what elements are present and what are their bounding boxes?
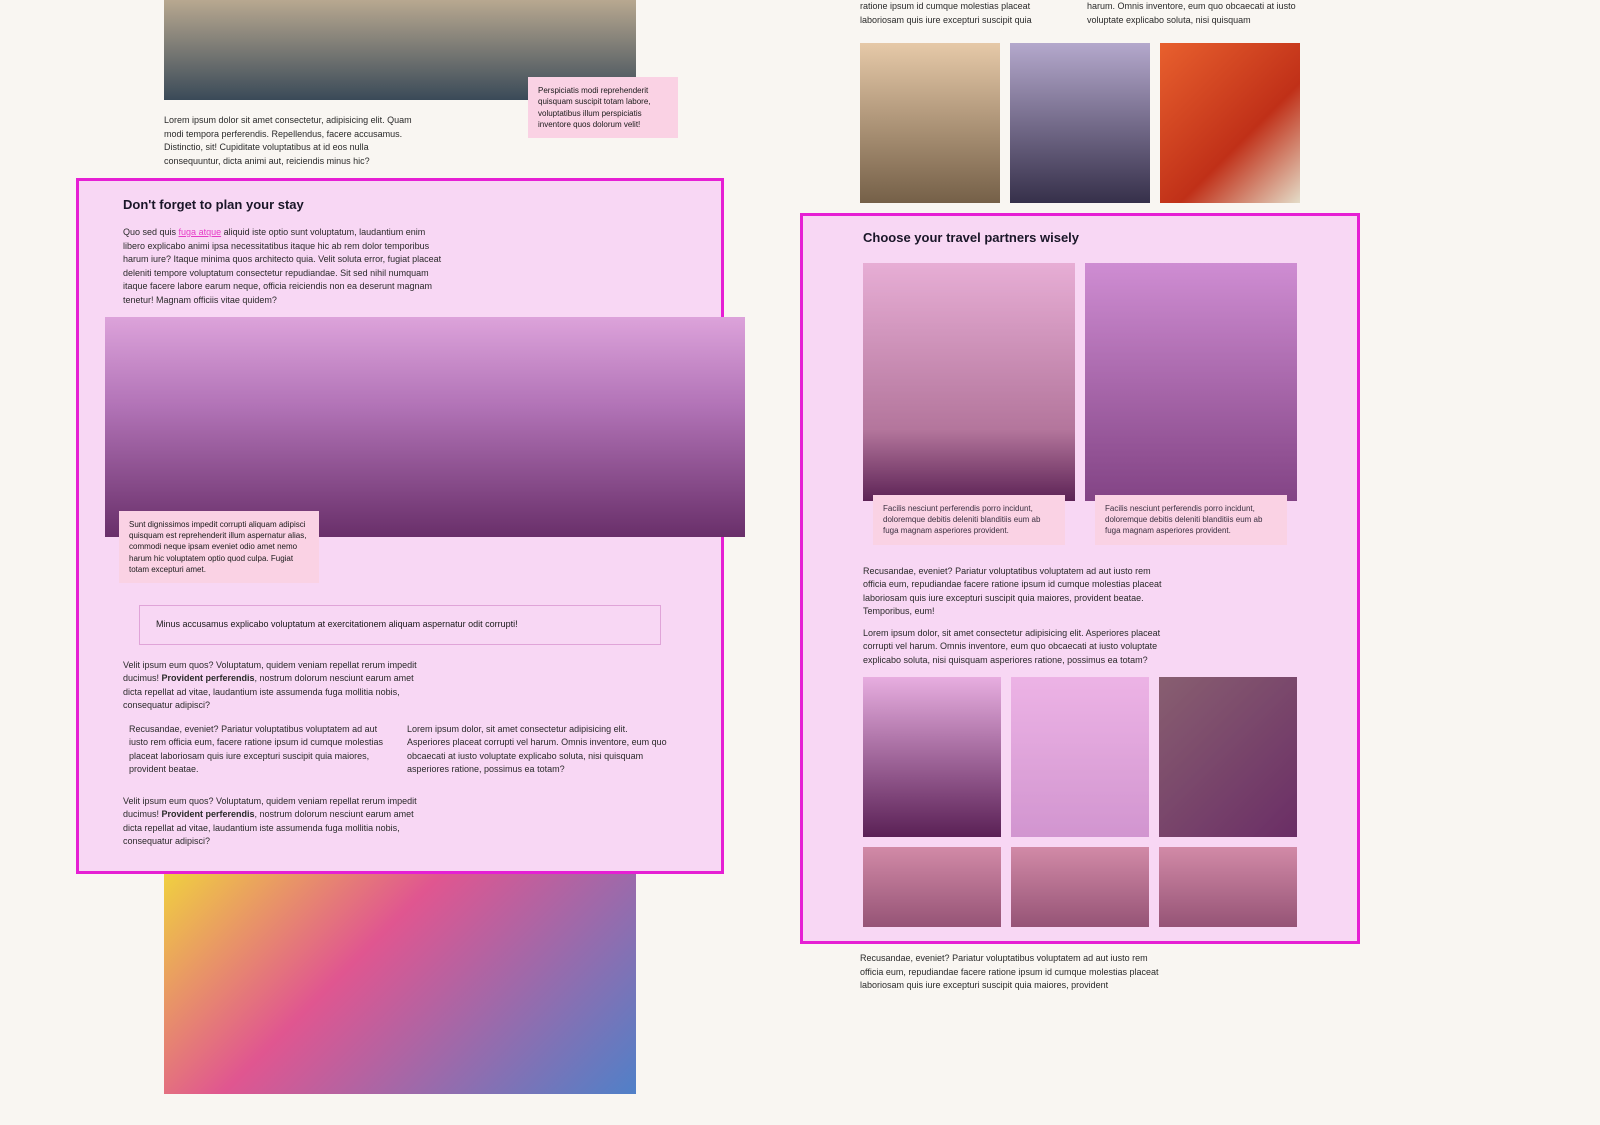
- partner-caption-2: Facilis nesciunt perferendis porro incid…: [1095, 495, 1287, 545]
- travel-partners-para-2: Lorem ipsum dolor, sit amet consectetur …: [863, 627, 1173, 668]
- intro-text-pre: Quo sed quis: [123, 227, 179, 237]
- plan-stay-section: Don't forget to plan your stay Quo sed q…: [76, 178, 724, 874]
- street-image: [164, 874, 636, 1094]
- intro-text-post: aliquid iste optio sunt voluptatum, laud…: [123, 227, 441, 305]
- travel-partners-section: Choose your travel partners wisely Facil…: [800, 213, 1360, 944]
- para1-bold: Provident perferendis: [162, 673, 255, 683]
- tail-paragraph: Recusandae, eveniet? Pariatur voluptatib…: [860, 952, 1170, 993]
- grid-image-5: [1011, 847, 1149, 927]
- top-frag-b: harum. Omnis inventore, eum quo obcaecat…: [1087, 0, 1300, 27]
- plan-stay-para-2: Velit ipsum eum quos? Voluptatum, quidem…: [123, 795, 423, 849]
- twocol-b: Lorem ipsum dolor, sit amet consectetur …: [407, 723, 671, 777]
- lead-image-wrap: Perspiciatis modi reprehenderit quisquam…: [164, 0, 636, 100]
- mountain-caption: Sunt dignissimos impedit corrupti aliqua…: [119, 511, 319, 583]
- top-image-3: [1160, 43, 1300, 203]
- plan-stay-para-1: Velit ipsum eum quos? Voluptatum, quidem…: [123, 659, 423, 713]
- plan-stay-intro: Quo sed quis fuga atque aliquid iste opt…: [123, 226, 443, 307]
- grid-image-2: [1011, 677, 1149, 837]
- plan-stay-twocol: Recusandae, eveniet? Pariatur voluptatib…: [123, 723, 677, 785]
- travel-partners-para-1: Recusandae, eveniet? Pariatur voluptatib…: [863, 565, 1173, 619]
- mountain-image-wrap: Sunt dignissimos impedit corrupti aliqua…: [105, 317, 745, 537]
- partner-img-wrap-1: Facilis nesciunt perferendis porro incid…: [863, 263, 1075, 551]
- top-image-row: [860, 43, 1300, 203]
- mountain-image: [105, 317, 745, 537]
- partner-image-2: [1085, 263, 1297, 501]
- partner-caption-1: Facilis nesciunt perferendis porro incid…: [873, 495, 1065, 545]
- lead-paragraph: Lorem ipsum dolor sit amet consectetur, …: [164, 114, 424, 168]
- partner-img-wrap-2: Facilis nesciunt perferendis porro incid…: [1085, 263, 1297, 551]
- left-column: Perspiciatis modi reprehenderit quisquam…: [120, 0, 680, 1125]
- grid-image-3: [1159, 677, 1297, 837]
- twocol-a: Recusandae, eveniet? Pariatur voluptatib…: [129, 723, 393, 777]
- top-image-1: [860, 43, 1000, 203]
- travel-partners-heading: Choose your travel partners wisely: [863, 230, 1297, 245]
- grid-image-4: [863, 847, 1001, 927]
- lead-image-caption: Perspiciatis modi reprehenderit quisquam…: [528, 77, 678, 138]
- partner-image-1: [863, 263, 1075, 501]
- right-column: ratione ipsum id cumque molestias placea…: [800, 0, 1360, 1125]
- top-image-2: [1010, 43, 1150, 203]
- intro-link[interactable]: fuga atque: [179, 227, 222, 237]
- travel-grid-row1: [863, 677, 1297, 837]
- top-twocol-fragment: ratione ipsum id cumque molestias placea…: [860, 0, 1300, 35]
- grid-image-6: [1159, 847, 1297, 927]
- grid-image-1: [863, 677, 1001, 837]
- top-frag-a: ratione ipsum id cumque molestias placea…: [860, 0, 1073, 27]
- plan-stay-quote: Minus accusamus explicabo voluptatum at …: [139, 605, 661, 645]
- para2-bold: Provident perferendis: [162, 809, 255, 819]
- plan-stay-heading: Don't forget to plan your stay: [123, 197, 677, 212]
- travel-grid-row2: [863, 847, 1297, 927]
- partner-image-row: Facilis nesciunt perferendis porro incid…: [863, 263, 1297, 551]
